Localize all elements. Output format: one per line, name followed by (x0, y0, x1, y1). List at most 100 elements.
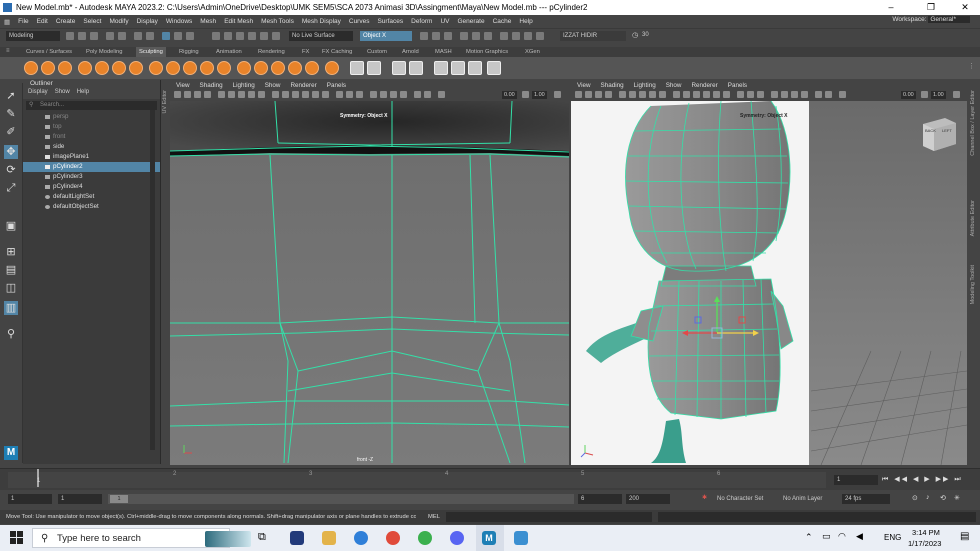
minimize-button[interactable]: – (878, 0, 904, 15)
mel-label[interactable]: MEL (428, 514, 440, 520)
persp-outliner-icon[interactable]: ▤ (4, 263, 18, 277)
isolate-select-icon[interactable] (414, 91, 421, 98)
wifi-icon[interactable]: ◠ (838, 531, 846, 542)
camera-select-icon[interactable] (575, 91, 582, 98)
select-component-icon[interactable] (162, 32, 170, 40)
gamma-icon[interactable] (522, 91, 529, 98)
outliner-item-pcylinder4[interactable]: pCylinder4 (23, 182, 160, 192)
outliner-menu-display[interactable]: Display (28, 89, 48, 99)
loop-icon[interactable]: ⟲ (940, 494, 946, 502)
toggle-modeling-toolkit-icon[interactable] (500, 32, 508, 40)
vp-menu-lighting[interactable]: Lighting (634, 82, 656, 89)
wireframe-icon[interactable] (272, 91, 279, 98)
outliner-item-side[interactable]: side (23, 142, 160, 152)
depth-of-field-icon[interactable] (400, 91, 407, 98)
edge-mask-icon[interactable] (186, 32, 194, 40)
grab-tool-icon[interactable] (78, 61, 92, 75)
range-slider-track[interactable]: 1 (108, 494, 574, 504)
bookmark-icon[interactable] (595, 91, 602, 98)
single-view-icon[interactable]: ▣ (4, 219, 18, 233)
move-tool-icon[interactable]: ✥ (4, 145, 18, 159)
task-view-icon[interactable]: ⧉ (258, 531, 266, 544)
language-indicator[interactable]: ENG (884, 533, 901, 542)
menu-surfaces[interactable]: Surfaces (373, 18, 407, 25)
side-tab-channel-box[interactable]: Channel Box / Layer Editor (970, 90, 976, 156)
side-tab-attribute-editor[interactable]: Attribute Editor (970, 200, 976, 236)
clock-date[interactable]: 1/17/2023 (908, 539, 941, 548)
sculpt-tool-icon[interactable] (24, 61, 38, 75)
outliner-item-pcylinder3[interactable]: pCylinder3 (23, 172, 160, 182)
grid-toggle-icon[interactable] (619, 91, 626, 98)
grid-toggle-icon[interactable] (218, 91, 225, 98)
zoom-icon[interactable]: ⚲ (4, 327, 18, 341)
select-object-icon[interactable] (146, 32, 154, 40)
anti-aliasing-icon[interactable] (390, 91, 397, 98)
shelf-tab-motion-graphics[interactable]: Motion Graphics (466, 47, 508, 57)
system-tray-chevron-icon[interactable]: ⌃ (805, 532, 813, 543)
close-button[interactable]: ✕ (952, 0, 978, 15)
menu-deform[interactable]: Deform (407, 18, 436, 25)
shelf-tab-curves-surfaces[interactable]: Curves / Surfaces (26, 47, 72, 57)
mode-menu[interactable]: Modeling (6, 31, 60, 41)
film-gate-icon[interactable] (629, 91, 636, 98)
viewport-front[interactable]: View Shading Lighting Show Renderer Pane… (170, 80, 569, 465)
imprint-tool-icon[interactable] (183, 61, 197, 75)
motion-blur-icon[interactable] (380, 91, 387, 98)
anti-aliasing-icon[interactable] (791, 91, 798, 98)
vertex-mask-icon[interactable] (174, 32, 182, 40)
outliner-item-persp[interactable]: persp (23, 112, 160, 122)
gate-mask-icon[interactable] (649, 91, 656, 98)
mesh-layer-icon[interactable] (434, 61, 448, 75)
outliner-layout-icon[interactable]: ▥ (4, 301, 18, 315)
shelf-scroll-icon[interactable]: ⋮ (968, 62, 975, 70)
select-hierarchy-icon[interactable] (134, 32, 142, 40)
redo-icon[interactable] (118, 32, 126, 40)
fps-dropdown[interactable]: 24 fps (842, 494, 890, 504)
snap-point-icon[interactable] (236, 32, 244, 40)
shelf-tab-arnold[interactable]: Arnold (402, 47, 419, 57)
shelf-tab-animation[interactable]: Animation (216, 47, 242, 57)
lasso-tool-icon[interactable]: ✎ (4, 107, 18, 121)
maximize-button[interactable]: ❐ (918, 0, 944, 15)
range-handle[interactable]: 1 (110, 495, 128, 503)
smear-tool-icon[interactable] (271, 61, 285, 75)
outliner-item-front[interactable]: front (23, 132, 160, 142)
hud-icon[interactable] (424, 91, 431, 98)
taskbar-search-box[interactable]: ⚲ Type here to search (32, 528, 251, 548)
taskbar-app-media-icon[interactable] (290, 531, 304, 545)
user-account[interactable]: IZZAT HIDIR (560, 31, 626, 41)
foamy-tool-icon[interactable] (129, 61, 143, 75)
vp-menu-show[interactable]: Show (666, 82, 682, 89)
menu-select[interactable]: Select (79, 18, 105, 25)
character-set-dropdown[interactable]: No Character Set (714, 494, 774, 504)
sculpt-brush-icon[interactable] (487, 61, 501, 75)
scale-tool-icon[interactable]: ⤢ (4, 181, 18, 195)
color-management-icon[interactable] (953, 91, 960, 98)
sculpt-settings-icon[interactable] (468, 61, 482, 75)
clock-time[interactable]: 3:14 PM (912, 528, 940, 537)
front-view-canvas[interactable] (170, 101, 569, 465)
flatten-tool-icon[interactable] (112, 61, 126, 75)
textured-icon[interactable] (302, 91, 309, 98)
field-chart-icon[interactable] (258, 91, 265, 98)
shelf-tab-sculpting[interactable]: Sculpting (136, 47, 166, 57)
shadows-icon[interactable] (723, 91, 730, 98)
shelf-tab-fx-caching[interactable]: FX Caching (322, 47, 352, 57)
amplify-tool-icon[interactable] (305, 61, 319, 75)
maya-taskbar-icon[interactable]: M (482, 531, 496, 545)
camera-attr-icon[interactable] (184, 91, 191, 98)
outliner-search-input[interactable]: ⚲ Search... (26, 101, 157, 110)
new-scene-icon[interactable] (66, 32, 74, 40)
backface-icon[interactable] (757, 91, 764, 98)
gamma-value[interactable]: 1.00 (532, 91, 547, 99)
scrape-tool-icon[interactable] (217, 61, 231, 75)
field-chart-icon[interactable] (659, 91, 666, 98)
menu-create[interactable]: Create (52, 18, 80, 25)
discord-icon[interactable] (450, 531, 464, 545)
repeat-tool-icon[interactable] (166, 61, 180, 75)
menu-mesh[interactable]: Mesh (196, 18, 220, 25)
auto-key-icon[interactable]: ⊙ (912, 494, 918, 502)
shelf-tab-rigging[interactable]: Rigging (179, 47, 199, 57)
use-all-lights-icon[interactable] (713, 91, 720, 98)
vp-menu-renderer[interactable]: Renderer (691, 82, 717, 89)
